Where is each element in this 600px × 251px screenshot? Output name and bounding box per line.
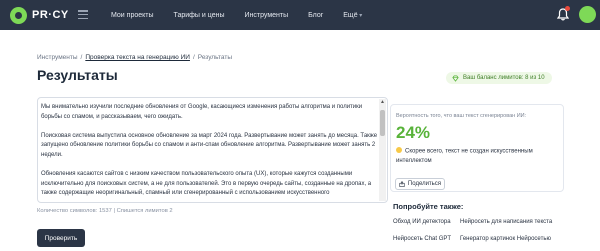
nav-more[interactable]: Ещё (343, 12, 362, 19)
diamond-icon (452, 74, 459, 82)
breadcrumb: Инструменты / Проверка текста на генерацию… (37, 54, 232, 61)
balance-badge: Ваш баланс лимитов: 8 из 10 (446, 72, 552, 84)
nav-blog[interactable]: Блог (308, 12, 323, 19)
result-description-text: Скорее всего, текст не создан искусствен… (396, 148, 533, 165)
try-also-title: Попробуйте также: (393, 202, 464, 211)
breadcrumb-tools[interactable]: Инструменты (37, 54, 78, 61)
share-label: Поделиться (407, 181, 442, 187)
page-title: Результаты (37, 67, 118, 83)
input-paragraph: Обновления касаются сайтов с низким каче… (41, 171, 372, 197)
logo[interactable]: PR·CY (10, 7, 69, 24)
nav-pricing[interactable]: Тарифы и цены (174, 12, 225, 19)
top-navigation-bar: PR·CY Мои проекты Тарифы и цены Инструме… (0, 0, 600, 30)
input-paragraph: Мы внимательно изучили последние обновле… (41, 104, 363, 120)
main-nav: Мои проекты Тарифы и цены Инструменты Бл… (111, 0, 382, 30)
nav-my-projects[interactable]: Мои проекты (111, 12, 154, 19)
check-button[interactable]: Проверить (37, 229, 85, 247)
link-text-writing-ai[interactable]: Нейросеть для написания текста (460, 219, 552, 225)
share-button[interactable]: Поделиться (395, 178, 445, 190)
result-percent: 24% (396, 123, 431, 142)
result-label: Вероятность того, что ваш текст сгенерир… (396, 113, 527, 119)
menu-burger-icon[interactable] (78, 10, 88, 19)
nav-tools[interactable]: Инструменты (244, 12, 288, 19)
share-icon (399, 181, 405, 187)
text-input-area[interactable]: Мы внимательно изучили последние обновле… (37, 97, 388, 203)
avatar[interactable] (579, 6, 596, 23)
breadcrumb-current: Результаты (197, 54, 232, 61)
scroll-thumb[interactable] (380, 110, 385, 136)
smile-emoji-icon (396, 147, 402, 153)
balance-text: Ваш баланс лимитов: 8 из 10 (463, 75, 545, 81)
link-image-generator[interactable]: Генератор картинок Нейросетью (460, 236, 551, 242)
scrollbar[interactable]: ▲ (379, 99, 386, 201)
link-bypass-ai-detector[interactable]: Обход ИИ детектора (393, 219, 451, 225)
logo-mark-icon (10, 7, 27, 24)
result-description: Скорее всего, текст не создан искусствен… (396, 147, 556, 167)
logo-text: PR·CY (32, 9, 69, 21)
scroll-up-arrow-icon[interactable]: ▲ (379, 99, 386, 106)
link-chat-gpt[interactable]: Нейросеть Chat GPT (393, 236, 451, 242)
input-text[interactable]: Мы внимательно изучили последние обновле… (41, 103, 379, 202)
notification-dot (565, 6, 570, 11)
char-count: Количество символов: 1537 | Спишется лим… (37, 208, 173, 214)
input-paragraph: Поисковая система выпустила основное обн… (41, 132, 378, 158)
breadcrumb-ai-check[interactable]: Проверка текста на генерацию ИИ (85, 54, 190, 61)
